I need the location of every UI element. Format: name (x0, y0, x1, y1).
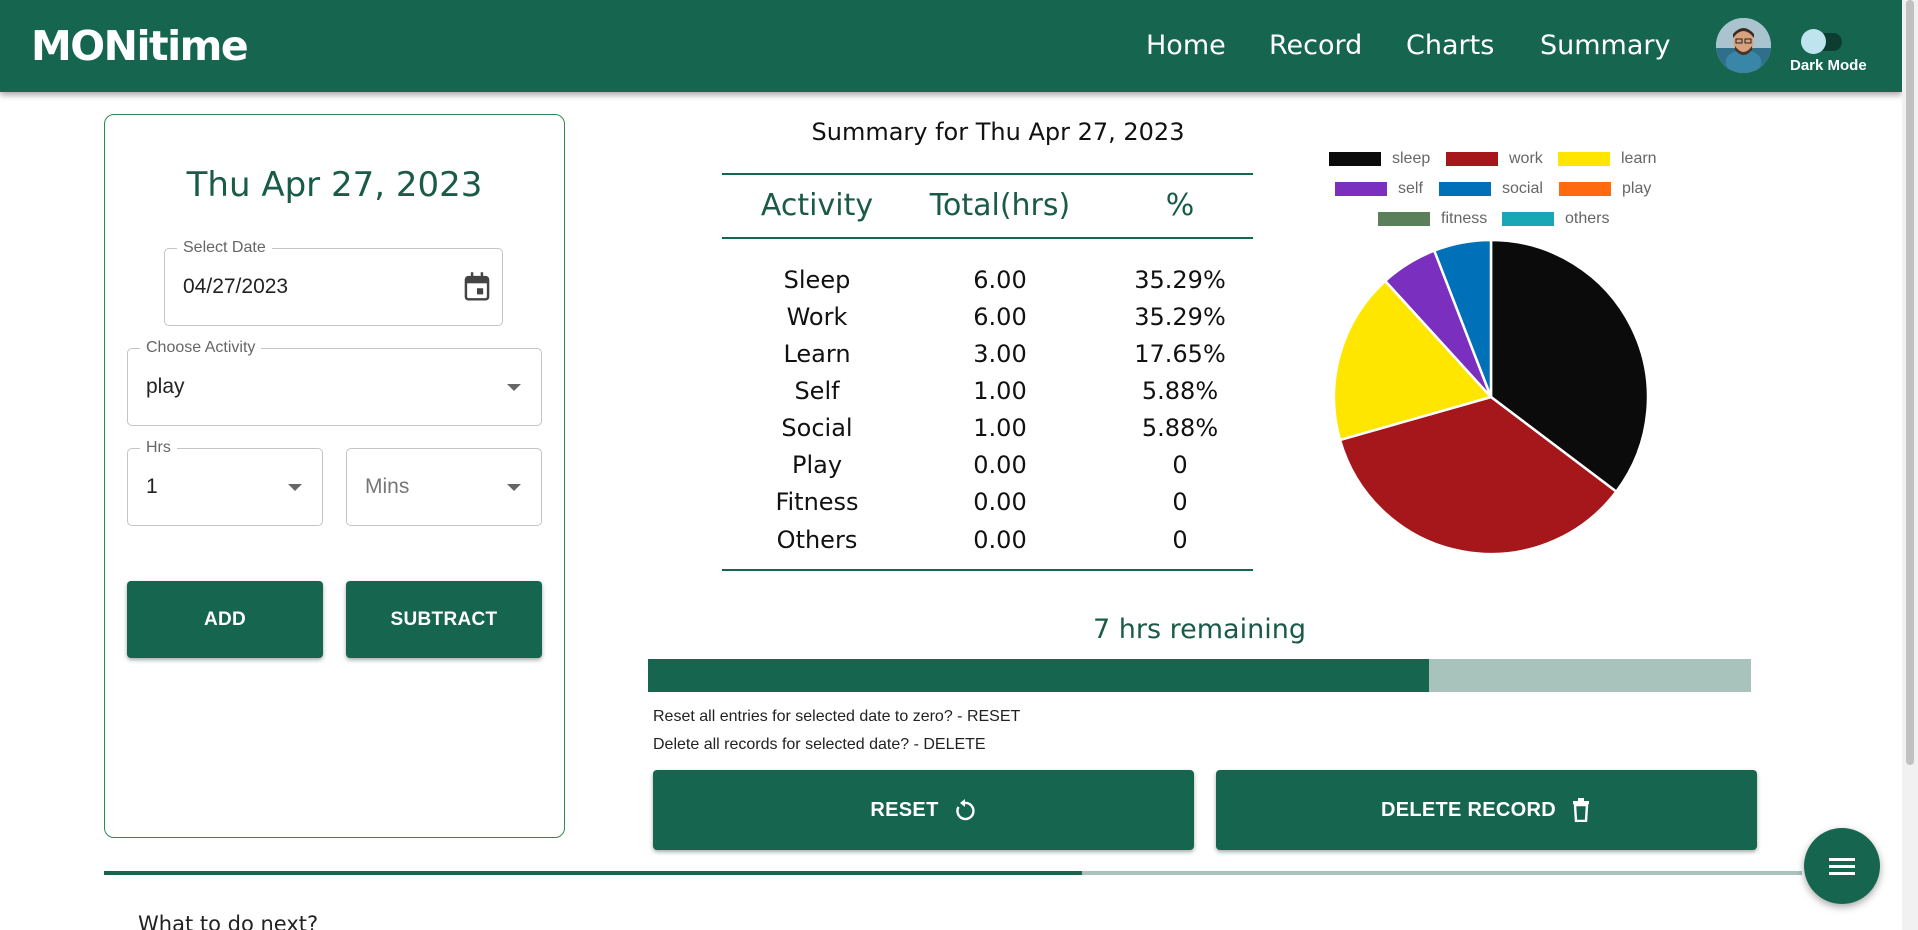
legend-swatch (1502, 212, 1554, 226)
legend-label: self (1398, 180, 1423, 197)
minutes-placeholder: Mins (365, 475, 410, 498)
total-cell: 1.00 (973, 377, 1027, 405)
legend-label: social (1502, 180, 1543, 197)
nav-link-home[interactable]: Home (1146, 30, 1226, 61)
activity-cell: Sleep (783, 266, 851, 294)
hours-select[interactable]: Hrs 1 (127, 439, 323, 526)
total-cell: 0.00 (973, 488, 1027, 516)
hours-label: Hrs (140, 439, 177, 457)
legend-label: play (1622, 180, 1652, 197)
activity-cell: Play (791, 451, 843, 479)
choose-activity-label: Choose Activity (140, 339, 262, 357)
select-date-label: Select Date (177, 239, 272, 257)
nav-link-charts[interactable]: Charts (1406, 30, 1494, 61)
percent-cell: 5.88% (1141, 414, 1219, 442)
top-navbar: MONitime Home Record Charts Summary Dark… (0, 0, 1902, 92)
page-progress-track (104, 871, 1802, 875)
hours-value: 1 (146, 475, 158, 498)
legend-swatch (1378, 212, 1430, 226)
legend-swatch (1558, 152, 1610, 166)
total-cell: 0.00 (973, 451, 1027, 479)
chevron-down-icon (507, 484, 521, 491)
table-top-divider (722, 173, 1253, 175)
activity-cell: Others (776, 526, 858, 554)
total-cell: 1.00 (973, 414, 1027, 442)
page-progress-fill (104, 871, 1083, 875)
legend-swatch (1329, 152, 1381, 166)
selected-date-heading: Thu Apr 27, 2023 (186, 165, 483, 205)
table-bottom-divider (722, 569, 1253, 571)
percent-cell: 0 (1172, 488, 1188, 516)
activity-cell: Social (781, 414, 853, 442)
calendar-icon[interactable] (462, 271, 492, 308)
delete-hint-text: Delete all records for selected date? - … (653, 736, 986, 753)
brand-logo[interactable]: MONitime (31, 22, 249, 70)
percent-cell: 17.65% (1134, 340, 1226, 368)
legend-label: work (1509, 150, 1543, 167)
subtract-button[interactable]: SUBTRACT (346, 581, 542, 658)
hours-progress-bar (648, 659, 1751, 692)
choose-activity-select[interactable]: Choose Activity play (127, 339, 542, 426)
legend-swatch (1559, 182, 1611, 196)
percent-cell: 5.88% (1141, 377, 1219, 405)
reset-hint-text: Reset all entries for selected date to z… (653, 708, 1021, 725)
total-cell: 0.00 (973, 526, 1027, 554)
table-header-divider (722, 237, 1253, 239)
total-cell: 3.00 (973, 340, 1027, 368)
legend-swatch (1335, 182, 1387, 196)
add-button[interactable]: ADD (127, 581, 323, 658)
column-header-percent: % (1165, 188, 1195, 223)
activity-cell: Self (794, 377, 840, 405)
activity-cell: Learn (783, 340, 851, 368)
legend-label: learn (1621, 150, 1657, 167)
reset-button-label: RESET (870, 798, 939, 821)
select-date-value[interactable]: 04/27/2023 (183, 275, 288, 299)
percent-cell: 35.29% (1134, 266, 1226, 294)
record-activity-card: Thu Apr 27, 2023 Select Date 04/27/2023 … (104, 114, 565, 838)
chevron-down-icon (507, 384, 521, 391)
hours-remaining-text: 7 hrs remaining (1093, 614, 1306, 645)
scrollbar-thumb[interactable] (1906, 0, 1914, 765)
total-cell: 6.00 (973, 266, 1027, 294)
menu-icon (1829, 856, 1855, 876)
hours-progress-fill (648, 659, 1429, 692)
percent-cell: 35.29% (1134, 303, 1226, 331)
delete-record-button-label: DELETE RECORD (1380, 798, 1557, 821)
menu-fab-button[interactable] (1804, 828, 1880, 904)
percent-cell: 0 (1172, 526, 1188, 554)
delete-record-button[interactable]: DELETE RECORD (1216, 770, 1757, 850)
legend-label: sleep (1392, 150, 1431, 167)
column-header-activity: Activity (760, 188, 874, 223)
trash-icon (1570, 798, 1592, 822)
total-cell: 6.00 (973, 303, 1027, 331)
activity-pie-chart[interactable] (1331, 237, 1651, 557)
user-avatar[interactable] (1716, 18, 1771, 73)
chevron-down-icon (288, 484, 302, 491)
activity-cell: Fitness (775, 488, 859, 516)
activity-cell: Work (786, 303, 848, 331)
legend-label: fitness (1441, 210, 1488, 227)
select-date-field[interactable]: Select Date 04/27/2023 (164, 239, 503, 326)
legend-swatch (1439, 182, 1491, 196)
dark-mode-toggle-knob[interactable] (1801, 29, 1826, 54)
next-steps-heading: What to do next? (138, 912, 319, 930)
nav-link-record[interactable]: Record (1269, 30, 1362, 61)
legend-swatch (1446, 152, 1498, 166)
choose-activity-value: play (146, 375, 185, 398)
summary-title: Summary for Thu Apr 27, 2023 (811, 118, 1185, 146)
column-header-total: Total(hrs) (929, 188, 1071, 223)
nav-link-summary[interactable]: Summary (1540, 30, 1670, 61)
dark-mode-label: Dark Mode (1790, 57, 1867, 74)
reset-button[interactable]: RESET (653, 770, 1194, 850)
legend-label: others (1565, 210, 1610, 227)
refresh-icon (953, 798, 977, 822)
minutes-select[interactable]: Mins (346, 448, 542, 526)
percent-cell: 0 (1172, 451, 1188, 479)
